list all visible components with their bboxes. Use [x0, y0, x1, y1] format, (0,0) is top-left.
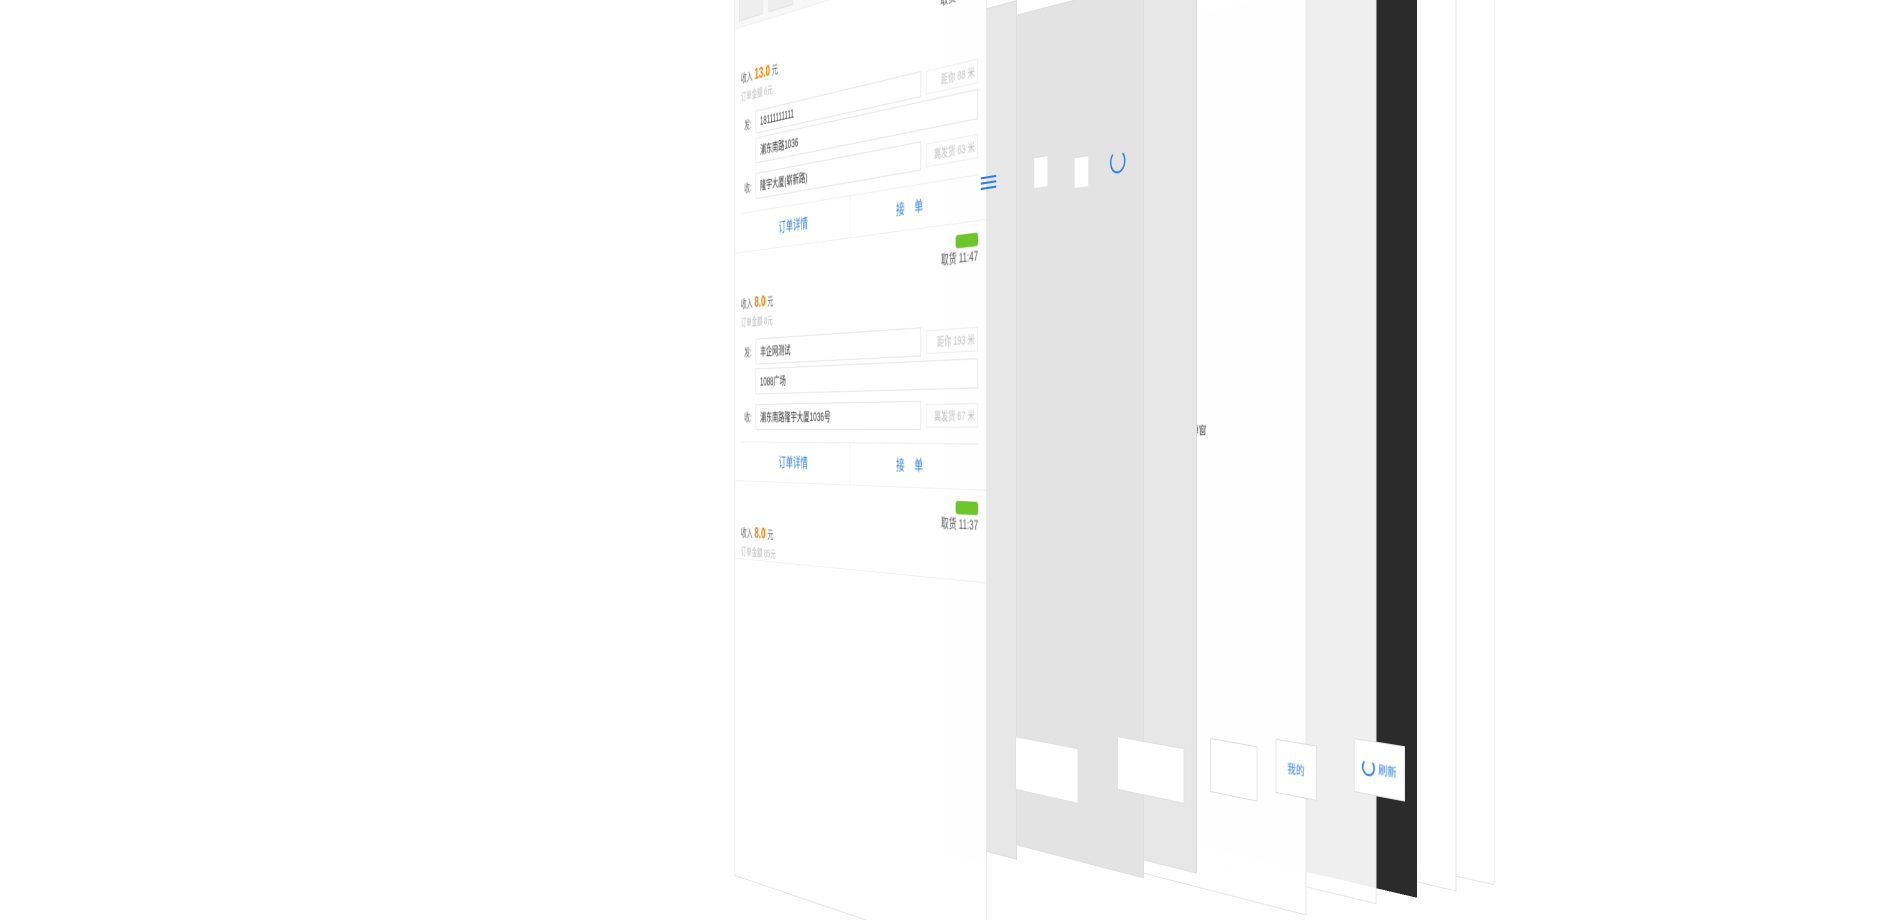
header-slot-a[interactable]	[739, 0, 763, 22]
income-amount: 8.0	[754, 293, 765, 310]
income-amount: 13.0	[754, 63, 770, 84]
status-pill	[956, 501, 979, 516]
from-tag: 发:	[741, 115, 752, 134]
income-label: 收入	[741, 526, 753, 540]
menu-icon[interactable]	[981, 171, 996, 193]
order-detail-button[interactable]: 订单详情	[741, 442, 850, 484]
tabbar-mine-label: 我的	[1287, 759, 1304, 780]
income-label: 收入	[741, 69, 753, 85]
refresh-small-icon	[1362, 757, 1375, 777]
from-tag: 发:	[741, 344, 752, 361]
pickup-time: 取货 11:37	[941, 513, 978, 534]
to-distance: 离发货 67 米	[926, 403, 978, 428]
exploded-3d-scene: 订单弹窗 取货 16:01 收入 13.0 元 订单金额 6元 发: 18111…	[0, 0, 1900, 860]
from-line1: 丰企网测试	[756, 327, 921, 364]
income-amount: 8.0	[754, 525, 765, 542]
to-distance: 离发货 63 米	[926, 133, 978, 167]
income-unit: 元	[767, 295, 773, 309]
income-unit: 元	[767, 528, 773, 542]
from-distance: 距你 193 米	[926, 326, 978, 353]
tabbar-refresh[interactable]: 刷新	[1354, 738, 1405, 802]
accept-order-button[interactable]: 接 单	[849, 443, 978, 489]
order-card[interactable]: 取货 11:37 收入 8.0 元 订单金额 85元	[735, 481, 986, 583]
to-line1: 浦东南路隆宇大厦1036号	[756, 401, 921, 430]
income-label: 收入	[741, 297, 753, 311]
order-card[interactable]: 取货 11:47 收入 8.0 元 订单金额 8元 发: 丰企网测试 距你 19…	[735, 220, 986, 491]
tabbar-refresh-label: 刷新	[1378, 760, 1396, 781]
tabbar-mine[interactable]: 我的	[1276, 738, 1317, 800]
to-tag: 收:	[741, 409, 752, 425]
pickup-time: 取货 11:47	[941, 246, 978, 269]
toolbar-slot-2[interactable]	[1074, 155, 1089, 189]
order-list-panel[interactable]: 取货 16:01 收入 13.0 元 订单金额 6元 发: 1811111111…	[735, 0, 987, 920]
header-slot-b[interactable]	[769, 0, 794, 12]
tabbar-slot-3[interactable]	[1210, 738, 1257, 802]
to-tag: 收:	[741, 179, 752, 197]
order-card[interactable]: 取货 16:01 收入 13.0 元 订单金额 6元 发: 1811111111…	[735, 0, 986, 254]
from-line2: 1088广场	[756, 358, 979, 394]
income-unit: 元	[772, 62, 778, 77]
toolbar-slot-1[interactable]	[1034, 155, 1049, 189]
